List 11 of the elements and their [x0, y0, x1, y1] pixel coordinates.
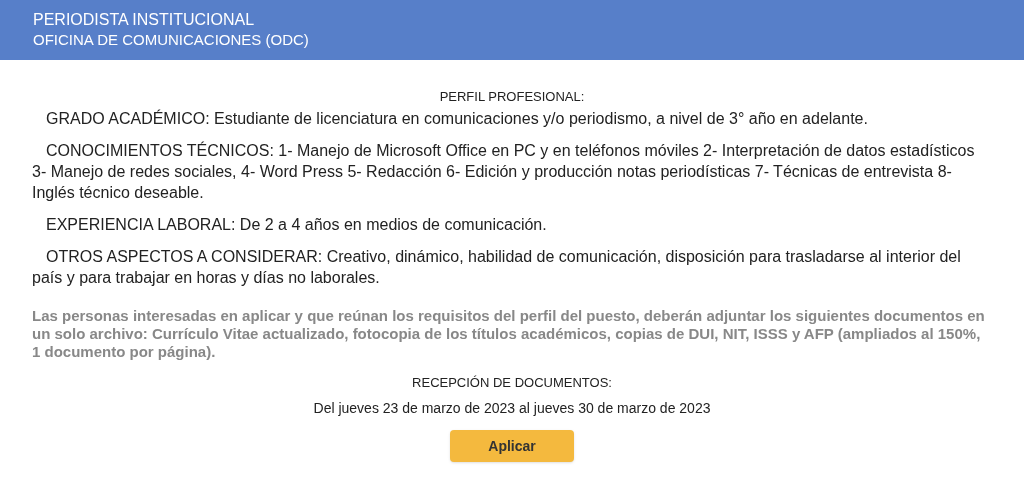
application-notice: Las personas interesadas en aplicar y que reúnan los requisitos del perfil del puesto, deberán adjuntar los siguientes documentos en un solo archivo: Currículo Vitae actualizado, fotocopia de los títulos académicos, copias de DUI, NIT, ISSS y AFP (ampliados al 150%, 1 documento por página). [32, 307, 986, 361]
profile-paragraph: OTROS ASPECTOS A CONSIDERAR: Creativo, dinámico, habilidad de comunicación, disposición para trasladarse al interior del país y para trabajar en horas y días no laborales. [32, 247, 962, 288]
reception-dates: Del jueves 23 de marzo de 2023 al jueves 30 de marzo de 2023 [312, 399, 712, 418]
section-heading: PERFIL PROFESIONAL: [438, 88, 586, 106]
job-title: PERIODISTA INSTITUCIONAL [33, 10, 256, 30]
apply-button[interactable]: Aplicar [450, 430, 574, 462]
profile-paragraph: CONOCIMIENTOS TÉCNICOS: 1- Manejo de Microsoft Office en PC y en teléfonos móviles 2- Interpretación de datos estadísticos 3- Manejo de redes sociales, 4- Word Press 5- Redacción 6- Edición y producción notas periodísticas 7- Técnicas de entrevista 8- Inglés técnico deseable. [32, 140, 976, 203]
reception-heading: RECEPCIÓN DE DOCUMENTOS: [411, 374, 613, 392]
profile-paragraph: GRADO ACADÉMICO: Estudiante de licenciatura en comunicaciones y/o periodismo, a nivel de 3° año en adelante. [45, 108, 869, 129]
office-name: OFICINA DE COMUNICACIONES (ODC) [33, 30, 310, 50]
profile-paragraph: EXPERIENCIA LABORAL: De 2 a 4 años en medios de comunicación. [45, 215, 548, 235]
